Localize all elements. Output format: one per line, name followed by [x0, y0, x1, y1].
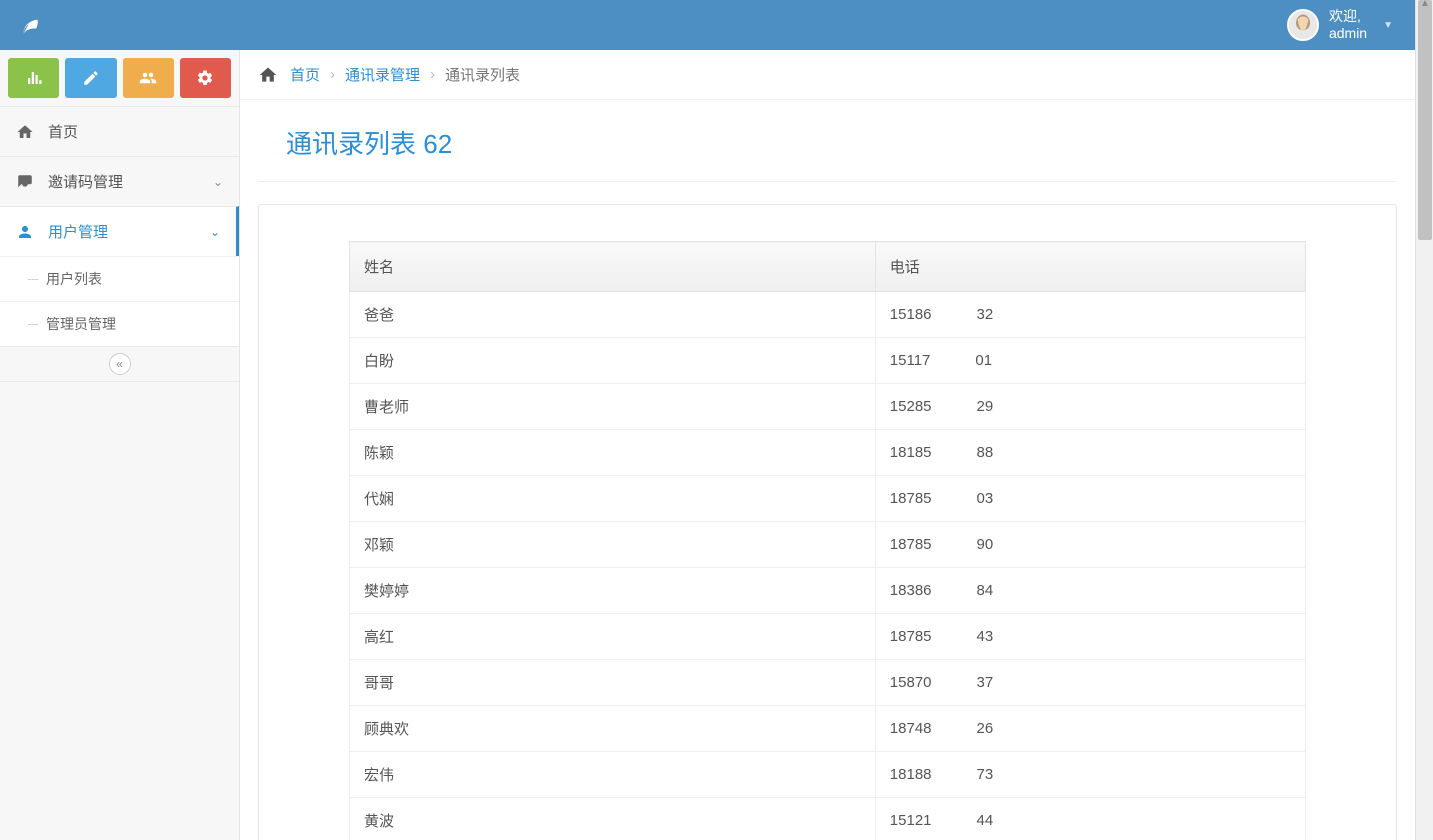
sidebar-item-home[interactable]: 首页 — [0, 106, 239, 156]
sidebar-item-label: 用户管理 — [48, 221, 108, 242]
cell-name: 顾典欢 — [350, 706, 876, 752]
topbar: 欢迎, admin ▼ — [0, 0, 1415, 50]
table-row: 哥哥15870 37 — [350, 660, 1306, 706]
breadcrumb-current: 通讯录列表 — [445, 64, 520, 85]
cell-name: 爸爸 — [350, 292, 876, 338]
cell-name: 黄波 — [350, 798, 876, 840]
chevron-down-icon: ⌄ — [213, 175, 223, 189]
breadcrumb-sep: › — [330, 66, 335, 83]
page-title: 通讯录列表 62 — [286, 124, 1369, 161]
th-phone: 电话 — [875, 242, 1305, 292]
sidebar-item-label: 邀请码管理 — [48, 171, 123, 192]
cell-name: 邓颖 — [350, 522, 876, 568]
cell-phone: 15285 29 — [875, 384, 1305, 430]
cell-name: 高红 — [350, 614, 876, 660]
cell-phone: 18185 88 — [875, 430, 1305, 476]
breadcrumb: 首页 › 通讯录管理 › 通讯录列表 — [240, 50, 1415, 100]
content: 首页 › 通讯录管理 › 通讯录列表 通讯录列表 62 姓名 电话 — [240, 50, 1415, 840]
cell-phone: 18785 43 — [875, 614, 1305, 660]
table-row: 曹老师15285 29 — [350, 384, 1306, 430]
sidebar-collapse[interactable]: « — [0, 346, 239, 382]
welcome-label: 欢迎, — [1329, 8, 1367, 25]
inbox-icon — [16, 173, 34, 191]
breadcrumb-home[interactable]: 首页 — [290, 64, 320, 85]
table-row: 代娴18785 03 — [350, 476, 1306, 522]
logo-leaf-icon — [10, 11, 44, 40]
edit-button[interactable] — [65, 58, 116, 98]
table-row: 邓颖18785 90 — [350, 522, 1306, 568]
username-label: admin — [1329, 25, 1367, 42]
cell-phone: 15121 44 — [875, 798, 1305, 840]
cell-name: 陈颖 — [350, 430, 876, 476]
cell-name: 樊婷婷 — [350, 568, 876, 614]
th-name: 姓名 — [350, 242, 876, 292]
cell-name: 曹老师 — [350, 384, 876, 430]
cell-name: 代娴 — [350, 476, 876, 522]
cell-phone: 18188 73 — [875, 752, 1305, 798]
cell-phone: 15870 37 — [875, 660, 1305, 706]
cell-phone: 15117 01 — [875, 338, 1305, 384]
table-row: 陈颖18185 88 — [350, 430, 1306, 476]
subnav-user-list[interactable]: 用户列表 — [0, 256, 239, 301]
avatar — [1287, 9, 1319, 41]
sidebar-item-user-mgmt[interactable]: 用户管理 ⌄ — [0, 206, 239, 256]
table-row: 黄波15121 44 — [350, 798, 1306, 840]
browser-scrollbar[interactable] — [1415, 0, 1433, 840]
table-row: 樊婷婷18386 84 — [350, 568, 1306, 614]
cell-phone: 18785 03 — [875, 476, 1305, 522]
cell-phone: 18785 90 — [875, 522, 1305, 568]
cell-phone: 15186 32 — [875, 292, 1305, 338]
quick-buttons — [0, 50, 239, 106]
settings-button[interactable] — [180, 58, 231, 98]
table-row: 白盼15117 01 — [350, 338, 1306, 384]
chevron-down-icon: ▼ — [1383, 20, 1393, 31]
sidebar-item-label: 首页 — [48, 121, 78, 142]
table-row: 爸爸15186 32 — [350, 292, 1306, 338]
breadcrumb-mid[interactable]: 通讯录管理 — [345, 64, 420, 85]
stats-button[interactable] — [8, 58, 59, 98]
home-icon — [258, 65, 278, 85]
contacts-card: 姓名 电话 爸爸15186 32白盼15117 01曹老师15285 29陈颖1… — [258, 204, 1397, 840]
cell-name: 哥哥 — [350, 660, 876, 706]
sidebar: 首页 邀请码管理 ⌄ 用户管理 ⌄ 用户列表 管理员管理 « — [0, 50, 240, 840]
user-icon — [16, 223, 34, 241]
users-button[interactable] — [123, 58, 174, 98]
user-menu[interactable]: 欢迎, admin ▼ — [1287, 8, 1405, 42]
home-icon — [16, 123, 34, 141]
user-text: 欢迎, admin — [1329, 8, 1367, 42]
chevron-down-icon: ⌄ — [210, 225, 220, 239]
subnav-admin-mgmt[interactable]: 管理员管理 — [0, 301, 239, 346]
subnav-user-mgmt: 用户列表 管理员管理 — [0, 256, 239, 346]
cell-name: 白盼 — [350, 338, 876, 384]
contacts-table: 姓名 电话 爸爸15186 32白盼15117 01曹老师15285 29陈颖1… — [349, 241, 1306, 840]
table-row: 顾典欢18748 26 — [350, 706, 1306, 752]
table-row: 宏伟18188 73 — [350, 752, 1306, 798]
cell-phone: 18386 84 — [875, 568, 1305, 614]
page-count: 62 — [423, 129, 452, 159]
table-row: 高红18785 43 — [350, 614, 1306, 660]
cell-name: 宏伟 — [350, 752, 876, 798]
sidebar-item-invite[interactable]: 邀请码管理 ⌄ — [0, 156, 239, 206]
collapse-icon: « — [109, 353, 131, 375]
cell-phone: 18748 26 — [875, 706, 1305, 752]
breadcrumb-sep: › — [430, 66, 435, 83]
